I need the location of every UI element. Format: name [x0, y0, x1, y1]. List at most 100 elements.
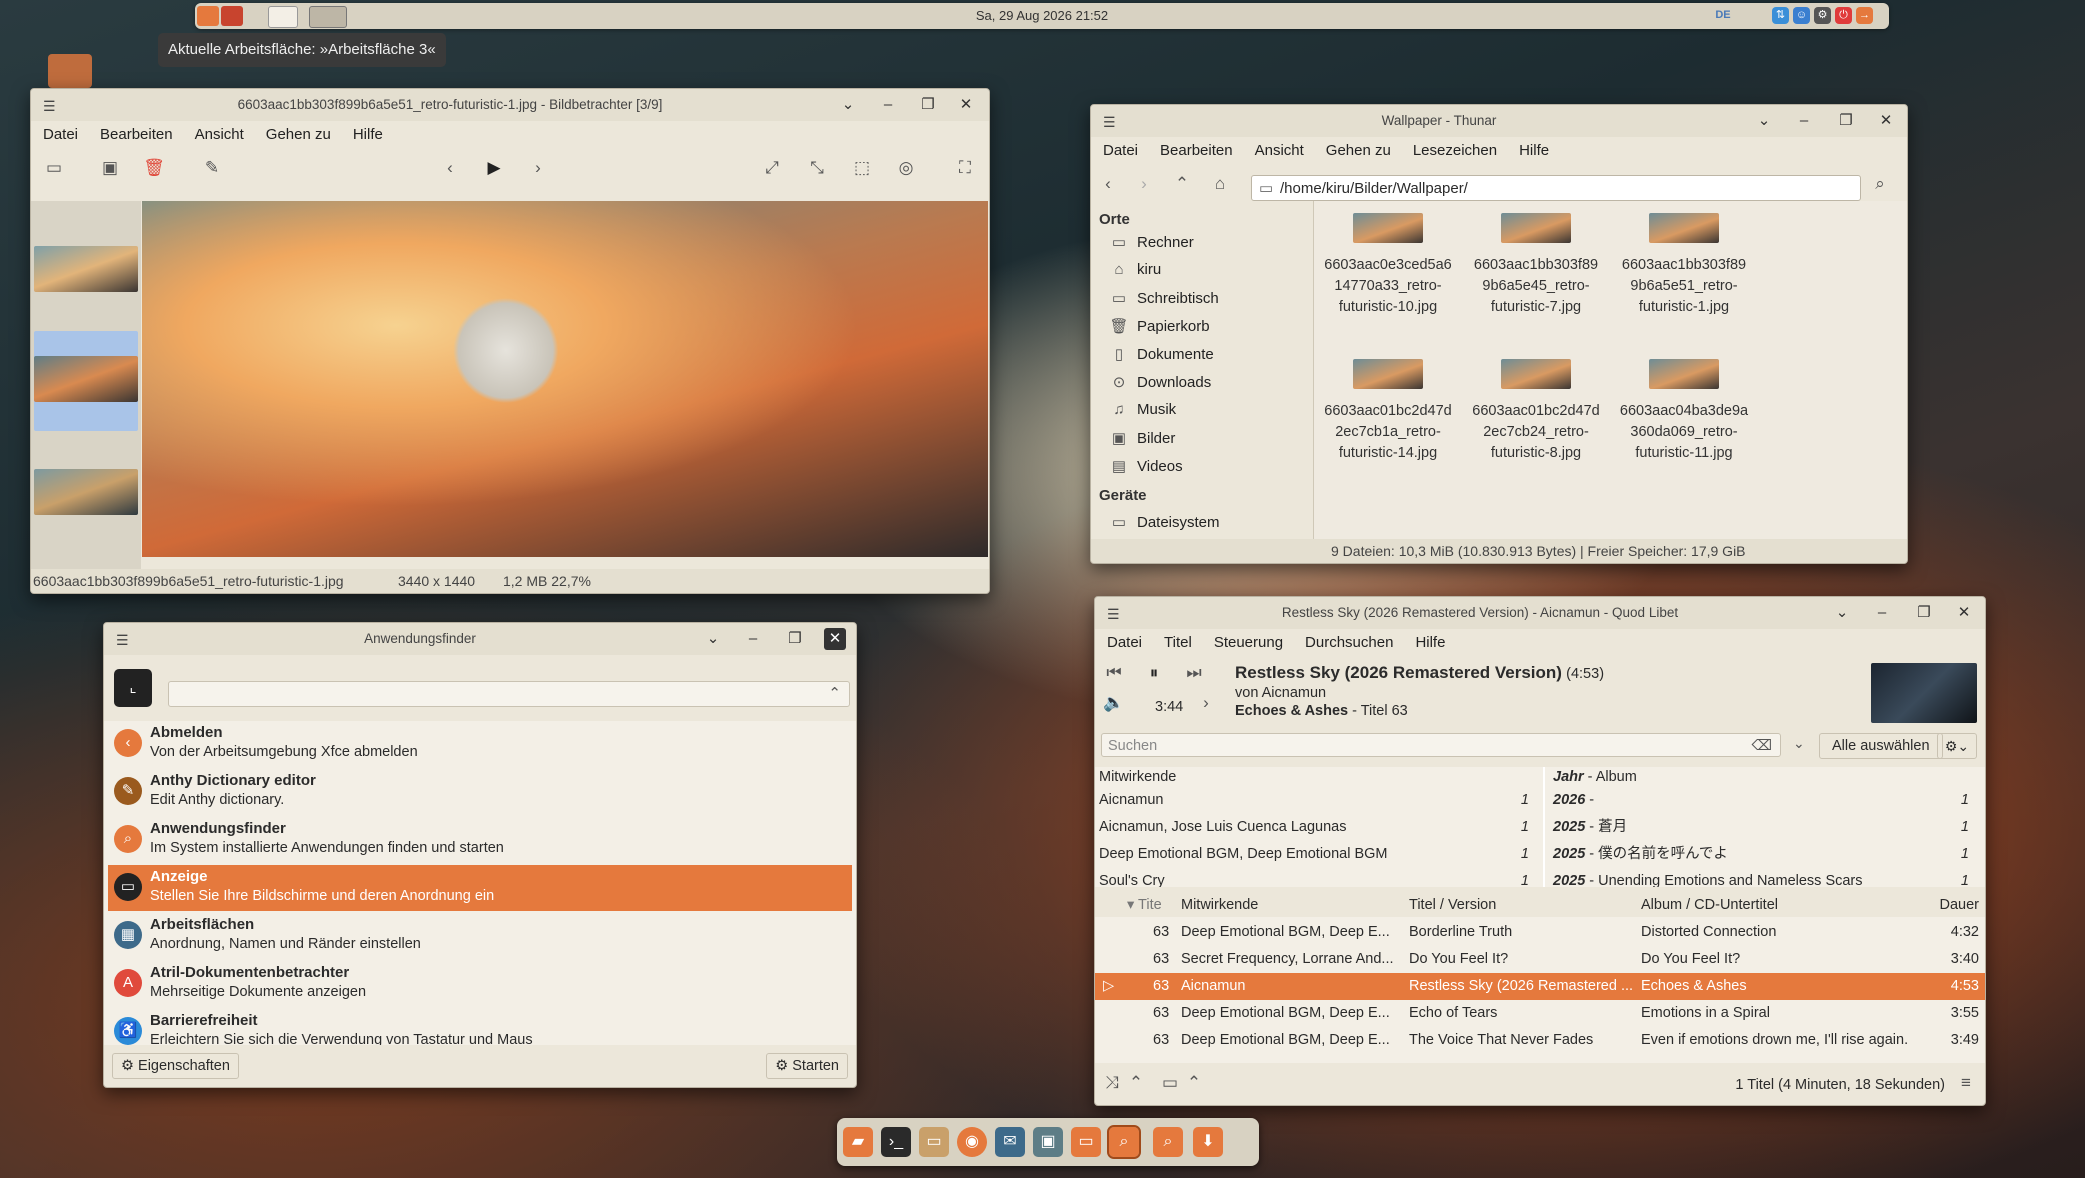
col-duration[interactable]: Dauer	[1940, 893, 1980, 917]
window-menu-icon[interactable]: ☰	[43, 98, 56, 115]
clock[interactable]: Sa, 29 Aug 2026 21:52	[195, 8, 1889, 23]
place-downloads[interactable]: ⊙ Downloads	[1109, 373, 1212, 391]
pause-icon[interactable]: ⏸	[1143, 663, 1165, 683]
app-list-item[interactable]: ▭ Anzeige Stellen Sie Ihre Bildschirme und…	[108, 865, 852, 911]
menu-datei[interactable]: Datei	[31, 121, 88, 143]
artist-row[interactable]: Soul's Cry 1	[1099, 868, 1535, 887]
folder-icon[interactable]: ▭	[919, 1127, 949, 1157]
screenshot-icon[interactable]: ⬇	[1193, 1127, 1223, 1157]
firefox-icon[interactable]: ◉	[957, 1127, 987, 1157]
network-icon[interactable]: ⇅	[1772, 7, 1789, 24]
device-filesystem[interactable]: ▭ Dateisystem	[1109, 513, 1220, 531]
select-all-button[interactable]: Alle auswählen	[1819, 733, 1943, 759]
artist-row[interactable]: Deep Emotional BGM, Deep Emotional BGM 1	[1099, 841, 1535, 867]
col-artist[interactable]: Mitwirkende	[1181, 893, 1258, 917]
play-slideshow-icon[interactable]: ▶	[483, 158, 505, 178]
app-list-item[interactable]: ‹ Abmelden Von der Arbeitsumgebung Xfce ab…	[108, 721, 852, 767]
displayed-image[interactable]	[142, 201, 988, 557]
minimize-button[interactable]: –	[1871, 602, 1893, 624]
close-button[interactable]: ✕	[1953, 602, 1975, 624]
thumbnail[interactable]	[34, 246, 138, 292]
delete-icon[interactable]: 🗑	[143, 158, 165, 178]
menu-gehen-zu[interactable]: Gehen zu	[254, 121, 341, 143]
album-cover[interactable]	[1871, 663, 1977, 723]
browser-options-button[interactable]: ⚙⌄	[1937, 733, 1977, 759]
image-viewer-icon[interactable]: ▣	[1033, 1127, 1063, 1157]
place-documents[interactable]: ▯ Dokumente	[1109, 345, 1214, 363]
queue-toggle-icon[interactable]: ⌃	[1183, 1073, 1205, 1093]
thunar-titlebar[interactable]: ☰ Wallpaper - Thunar ⌄ – ❐ ✕	[1091, 105, 1907, 137]
menu-ansicht[interactable]: Ansicht	[1243, 137, 1314, 159]
file-manager-launcher-icon[interactable]: ▰	[843, 1127, 873, 1157]
place-desktop[interactable]: ▭ Schreibtisch	[1109, 289, 1219, 307]
power-icon[interactable]: ⏻	[1835, 7, 1852, 24]
shade-button[interactable]: ⌄	[702, 628, 724, 650]
collapse-icon[interactable]: ⌃	[828, 684, 841, 702]
menu-hilfe[interactable]: Hilfe	[1403, 629, 1455, 651]
viewer-titlebar[interactable]: ☰ 6603aac1bb303f899b6a5e51_retro-futuris…	[31, 89, 989, 121]
album-row[interactable]: 2025 - 僕の名前を呼んでよ 1	[1553, 841, 1973, 867]
queue-icon[interactable]: ▭	[1159, 1073, 1181, 1093]
app-list-item[interactable]: ✎ Anthy Dictionary editor Edit Anthy dicti…	[108, 769, 852, 815]
track-row[interactable]: 63 Deep Emotional BGM, Deep E... Echo of T…	[1095, 1000, 1985, 1027]
ql-titlebar[interactable]: ☰ Restless Sky (2026 Remastered Version)…	[1095, 597, 1985, 629]
menu-hilfe[interactable]: Hilfe	[341, 121, 393, 143]
folder-icon[interactable]: ▭	[1071, 1127, 1101, 1157]
mail-icon[interactable]: ✉	[995, 1127, 1025, 1157]
file-item[interactable]: 6603aac1bb303f89 9b6a5e51_retro-futuristi…	[1610, 213, 1758, 318]
zoom-in-icon[interactable]: ⤢	[761, 158, 783, 178]
elapsed-time[interactable]: 3:44	[1155, 699, 1183, 715]
menu-datei[interactable]: Datei	[1091, 137, 1148, 159]
maximize-button[interactable]: ❐	[917, 94, 939, 116]
menu-titel[interactable]: Titel	[1152, 629, 1202, 651]
menu-durchsuchen[interactable]: Durchsuchen	[1293, 629, 1403, 651]
place-rechner[interactable]: ▭ Rechner	[1109, 233, 1194, 251]
window-menu-icon[interactable]: ☰	[1103, 114, 1116, 131]
logout-icon[interactable]: →	[1856, 7, 1873, 24]
place-music[interactable]: ♫ Musik	[1109, 401, 1176, 418]
menu-steuerung[interactable]: Steuerung	[1202, 629, 1293, 651]
edit-icon[interactable]: ✎	[201, 158, 223, 178]
app-list-item[interactable]: ▦ Arbeitsflächen Anordnung, Namen und Ränd…	[108, 913, 852, 959]
volume-icon[interactable]: 🔈	[1103, 693, 1125, 713]
next-track-icon[interactable]: ⏭	[1183, 663, 1205, 683]
album-pane-header[interactable]: Jahr - Album	[1553, 769, 1637, 785]
app-list-item[interactable]: ♿ Barrierefreiheit Erleichtern Sie sich di…	[108, 1009, 852, 1045]
album-row[interactable]: 2026 - 1	[1553, 787, 1973, 813]
thumbnail-bar[interactable]	[31, 201, 141, 569]
shade-button[interactable]: ⌄	[1753, 110, 1775, 132]
app-search-input[interactable]: ⌃	[168, 681, 850, 707]
album-row[interactable]: 2025 - Unending Emotions and Nameless Sc…	[1553, 868, 1973, 887]
launch-button[interactable]: ⚙ Starten	[766, 1053, 848, 1079]
desktop-folder-icon[interactable]	[48, 54, 92, 88]
ql-search-input[interactable]: Suchen ⌫	[1101, 733, 1781, 757]
app-list-item[interactable]: A Atril-Dokumentenbetrachter Mehrseitige D…	[108, 961, 852, 1007]
forward-icon[interactable]: ›	[1133, 174, 1155, 194]
shade-button[interactable]: ⌄	[837, 94, 859, 116]
user-icon[interactable]: ☺	[1793, 7, 1810, 24]
zoom-out-icon[interactable]: ⤡	[806, 158, 828, 178]
menu-hilfe[interactable]: Hilfe	[1507, 137, 1559, 159]
maximize-button[interactable]: ❐	[1835, 110, 1857, 132]
track-row[interactable]: 63 Deep Emotional BGM, Deep E... The Voice…	[1095, 1027, 1985, 1054]
file-item[interactable]: 6603aac04ba3de9a 360da069_retro-futuristi…	[1610, 359, 1758, 464]
thumbnail[interactable]	[34, 469, 138, 515]
menu-ansicht[interactable]: Ansicht	[183, 121, 254, 143]
menu-datei[interactable]: Datei	[1095, 629, 1152, 651]
thumbnail[interactable]	[34, 356, 138, 402]
album-row[interactable]: 2025 - 蒼月 1	[1553, 814, 1973, 840]
app-list-item[interactable]: ⌕ Anwendungsfinder Im System installierte …	[108, 817, 852, 863]
shuffle-icon[interactable]: ⤨	[1101, 1073, 1123, 1093]
app-finder-icon[interactable]: ⌕	[1107, 1125, 1141, 1159]
minimize-button[interactable]: –	[877, 94, 899, 116]
place-pictures[interactable]: ▣ Bilder	[1109, 429, 1175, 447]
search-icon[interactable]: ⌕	[1153, 1127, 1183, 1157]
repeat-icon[interactable]: ⌃	[1125, 1073, 1147, 1093]
terminal-icon[interactable]: ›_	[881, 1127, 911, 1157]
shade-button[interactable]: ⌄	[1831, 602, 1853, 624]
track-row[interactable]: 63 Secret Frequency, Lorrane And... Do You…	[1095, 946, 1985, 973]
save-icon[interactable]: ▣	[99, 158, 121, 178]
previous-track-icon[interactable]: ⏮	[1103, 663, 1125, 683]
zoom-fit-icon[interactable]: ⬚	[851, 158, 873, 178]
minimize-button[interactable]: –	[742, 628, 764, 650]
